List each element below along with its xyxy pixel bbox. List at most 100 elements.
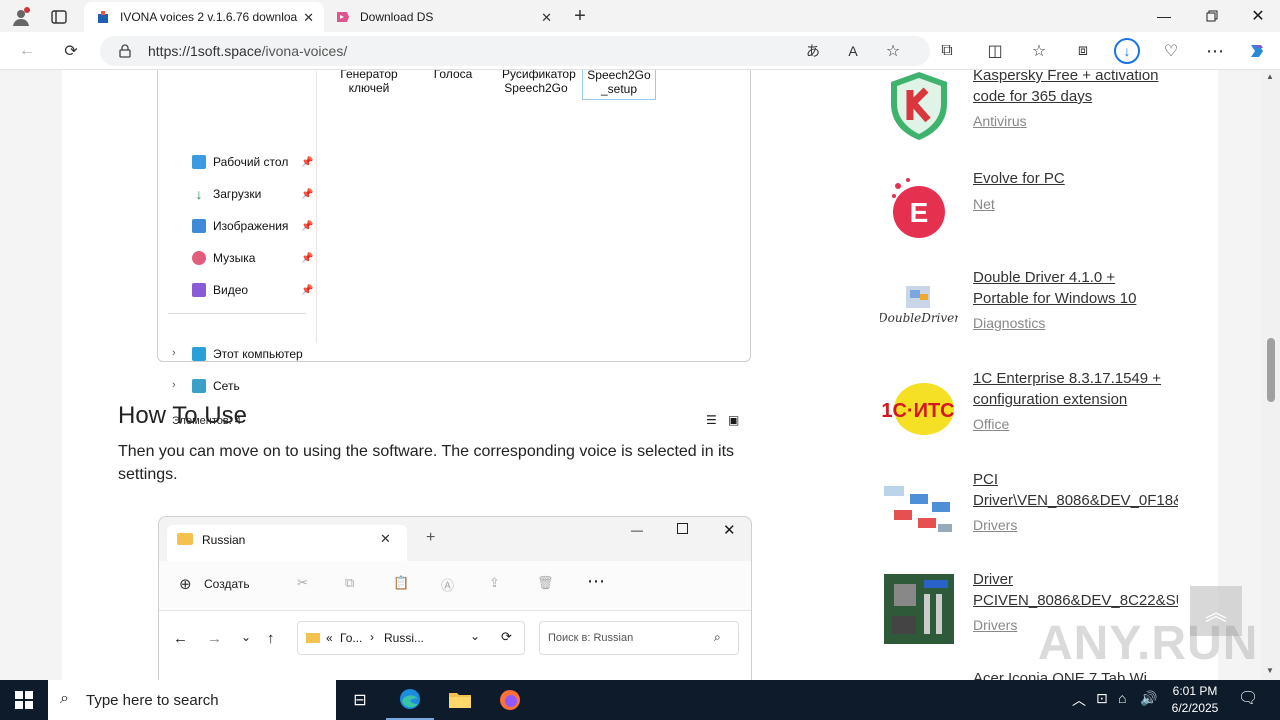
edge-taskbar-icon[interactable]: [386, 680, 434, 720]
refresh-icon[interactable]: ⟳: [58, 38, 84, 64]
tab-actions-icon[interactable]: [48, 6, 70, 28]
article-image-explorer: Генератор ключей Голоса Русификатор Spee…: [157, 70, 751, 427]
nav-pane-divider: [316, 71, 317, 343]
close-window-icon[interactable]: ✕: [1244, 4, 1272, 28]
nav-item-downloads: ↓ Загрузки: [192, 187, 261, 201]
item-title[interactable]: Evolve for PC: [973, 168, 1178, 189]
battery-tray-icon[interactable]: ⌂: [1118, 690, 1126, 706]
copy-icon: ⧉: [345, 575, 355, 590]
nav-item-pictures: Изображения: [192, 219, 288, 233]
scroll-down-icon[interactable]: ▼: [1266, 666, 1274, 675]
svg-text:DoubleDriver: DoubleDriver: [880, 311, 958, 325]
sidebar-item-partial[interactable]: Acer Iconia ONE 7 Tab Wi: [973, 670, 1178, 680]
scrollbar-thumb[interactable]: [1267, 338, 1275, 402]
file-item-selected: Speech2Go _setup: [582, 70, 656, 100]
firefox-icon[interactable]: [486, 680, 534, 720]
title-line[interactable]: configuration extension: [973, 391, 1127, 408]
back-icon[interactable]: ←: [14, 38, 40, 64]
item-category[interactable]: Diagnostics: [973, 315, 1045, 331]
read-aloud-icon[interactable]: A: [840, 38, 866, 64]
file-label: Русификатор Speech2Go: [502, 70, 576, 95]
nav-item-desktop: Рабочий стол: [192, 155, 288, 169]
item-title[interactable]: PCI Driver\VEN_8086&DEV_0F18&: [973, 469, 1178, 511]
create-label: Создать: [204, 577, 250, 591]
item-category[interactable]: Drivers: [973, 517, 1017, 533]
item-category[interactable]: Drivers: [973, 617, 1017, 633]
clock-time: 6:01 PM: [1172, 684, 1218, 698]
copilot-icon[interactable]: [1244, 38, 1270, 64]
favorite-star-icon[interactable]: ☆: [880, 38, 906, 64]
double-driver-icon: DoubleDriver: [880, 286, 958, 325]
nav-label: Этот компьютер: [213, 347, 303, 361]
breadcrumb-overflow: «: [326, 631, 333, 645]
extensions-icon[interactable]: ⧉: [934, 38, 960, 64]
site-favicon-icon: [98, 11, 108, 23]
create-icon: ⊕: [179, 576, 192, 593]
watermark: ANY.RUN: [1038, 617, 1259, 670]
translate-icon[interactable]: あ: [800, 38, 826, 64]
file-item: Русификатор Speech2Go: [502, 70, 576, 95]
show-hidden-icons-icon[interactable]: ︿: [1072, 690, 1086, 710]
tab-download-ds[interactable]: Download DS ✕: [324, 2, 562, 32]
favorites-icon[interactable]: ☆: [1026, 38, 1052, 64]
expand-chevron-icon: ›: [172, 347, 176, 359]
downloads-icon[interactable]: ↓: [1114, 38, 1140, 64]
svg-text:1С·ИТС: 1С·ИТС: [881, 400, 954, 422]
article-paragraph: Then you can move on to using the softwa…: [118, 443, 735, 483]
svg-text:E: E: [910, 197, 929, 228]
title-line[interactable]: code for 365 days: [973, 88, 1092, 105]
title-line[interactable]: 1C Enterprise 8.3.17.1549 +: [973, 370, 1161, 387]
page-scrollbar[interactable]: ▲ ▼: [1262, 70, 1280, 680]
explorer-search: Поиск в: Russian ⌕: [539, 621, 739, 655]
title-line[interactable]: Driver: [973, 571, 1013, 588]
music-icon: [192, 251, 206, 265]
collections-icon[interactable]: ⧈: [1070, 38, 1096, 64]
new-tab-icon[interactable]: +: [568, 4, 592, 28]
item-title[interactable]: Kaspersky Free + activation code for 365 …: [973, 70, 1178, 107]
profile-icon[interactable]: [10, 6, 32, 28]
nav-label: Загрузки: [213, 187, 262, 201]
tab-ivona[interactable]: IVONA voices 2 v.1.6.76 downloa ✕: [84, 2, 324, 32]
url-host: https://1soft.space: [148, 43, 262, 59]
lock-icon: [118, 43, 132, 59]
taskbar-search[interactable]: ⌕ Type here to search: [48, 680, 336, 720]
split-screen-icon[interactable]: ◫: [982, 38, 1008, 64]
title-line[interactable]: Driver\VEN_8086&DEV_0F18&: [973, 492, 1178, 509]
item-title[interactable]: 1C Enterprise 8.3.17.1549 + configuration…: [973, 368, 1178, 410]
add-tab-icon: +: [426, 529, 436, 546]
item-category[interactable]: Net: [973, 196, 995, 212]
performance-icon[interactable]: ♡: [1158, 38, 1184, 64]
network-tray-icon[interactable]: ⊡: [1096, 690, 1108, 707]
item-category[interactable]: Office: [973, 416, 1009, 432]
cut-icon: ✂: [297, 575, 308, 590]
close-tab-icon[interactable]: ✕: [541, 10, 552, 26]
site-favicon-icon: [337, 12, 349, 22]
pictures-icon: [192, 219, 206, 233]
pin-icon: 📌: [301, 253, 314, 264]
title-line[interactable]: Double Driver 4.1.0 +: [973, 269, 1115, 286]
title-line[interactable]: PCI: [973, 471, 998, 488]
minimize-icon[interactable]: —: [1150, 4, 1178, 28]
notifications-icon[interactable]: 🗨: [1238, 688, 1258, 708]
more-icon: ⋯: [587, 571, 605, 591]
start-button[interactable]: [0, 680, 48, 720]
item-title[interactable]: Driver PCIVEN_8086&DEV_8C22&SU: [973, 569, 1178, 611]
close-tab-icon[interactable]: ✕: [303, 10, 314, 26]
explorer-address: « Го... › Russi... ⌄ ⟳: [297, 621, 525, 655]
item-title[interactable]: Double Driver 4.1.0 + Portable for Window…: [973, 267, 1178, 309]
url-path: /ivona-voices/: [261, 43, 348, 59]
item-category[interactable]: Antivirus: [973, 113, 1027, 129]
task-view-icon[interactable]: ⊟: [336, 680, 384, 720]
nav-separator: [168, 313, 306, 314]
tiles-view-icon: ▣: [728, 413, 740, 427]
title-line[interactable]: Evolve for PC: [973, 170, 1065, 187]
volume-tray-icon[interactable]: 🔊: [1140, 690, 1157, 707]
more-menu-icon[interactable]: ⋯: [1202, 38, 1228, 64]
taskbar-clock[interactable]: 6:01 PM 6/2/2025: [1160, 683, 1230, 717]
title-line[interactable]: Portable for Windows 10: [973, 290, 1136, 307]
restore-icon[interactable]: [1198, 4, 1226, 28]
scroll-up-icon[interactable]: ▲: [1266, 72, 1274, 81]
file-explorer-icon[interactable]: [436, 680, 484, 720]
title-line[interactable]: Kaspersky Free + activation: [973, 70, 1159, 84]
title-line[interactable]: PCIVEN_8086&DEV_8C22&SU: [973, 592, 1178, 609]
